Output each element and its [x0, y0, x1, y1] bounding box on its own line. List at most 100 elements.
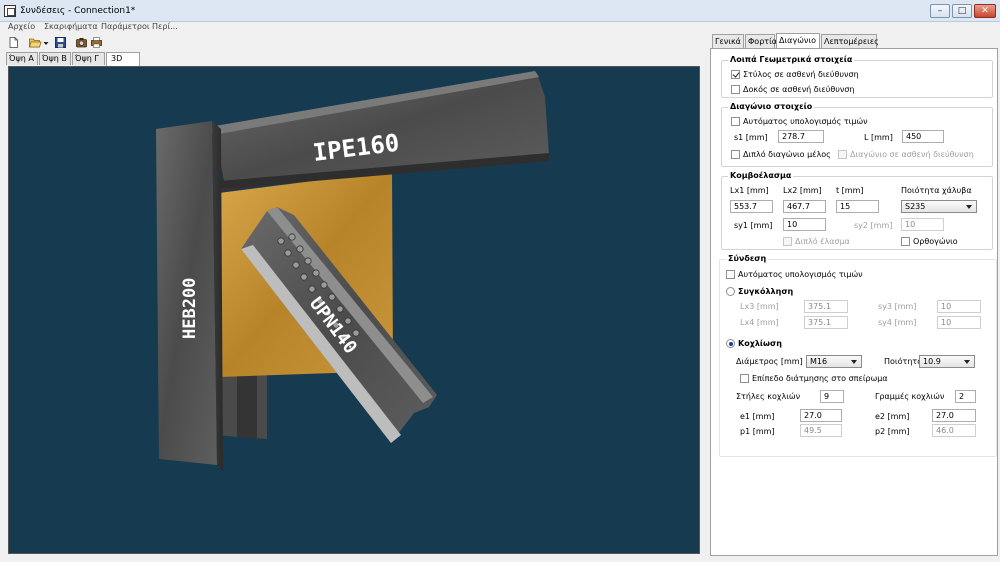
column-label: HEB200 [180, 278, 200, 339]
dropdown-arrow-icon[interactable] [43, 37, 49, 48]
new-file-icon[interactable] [8, 37, 19, 48]
toolbar [0, 34, 700, 52]
minimize-button[interactable]: – [930, 4, 950, 18]
L-label: L [mm] [864, 133, 893, 142]
column-weak-axis-label: Στύλος σε ασθενή διεύθυνση [743, 70, 859, 79]
connection-auto-calc-checkbox[interactable] [726, 270, 735, 279]
menu-sketches[interactable]: Σκαριφήματα [44, 22, 98, 31]
shear-plane-checkbox[interactable] [740, 374, 749, 383]
connection-group-title: Σύνδεση [726, 254, 769, 263]
p1-input[interactable]: 49.5 [800, 424, 842, 437]
double-plate-label: Διπλό έλασμα [795, 237, 850, 246]
double-plate-checkbox[interactable] [783, 237, 792, 246]
bolt-grade-label: Ποιότητα [884, 357, 923, 366]
orthogonal-checkbox[interactable] [901, 237, 910, 246]
double-member-checkbox[interactable] [731, 150, 740, 159]
lx2-label: Lx2 [mm] [783, 186, 822, 195]
bolt-diameter-label: Διάμετρος [mm] [736, 357, 803, 366]
connection-3d-model: IPE160 HEB200 UPN140 [156, 71, 549, 471]
e2-input[interactable]: 27.0 [932, 409, 976, 422]
connection-group: Σύνδεση Αυτόματος υπολογισμός τιμών Συγκ… [719, 254, 997, 457]
p2-input[interactable]: 46.0 [932, 424, 976, 437]
tab-view-b[interactable]: Όψη Β [39, 52, 71, 65]
3d-viewport[interactable]: IPE160 HEB200 UPN140 [8, 66, 700, 554]
diagonal-group: Διαγώνιο στοιχείο Αυτόματος υπολογισμός … [721, 102, 993, 167]
lx4-input[interactable]: 375.1 [804, 316, 848, 329]
bolt-columns-label: Στήλες κοχλιών [736, 392, 801, 401]
bolt-grade-select[interactable]: 10.9 [919, 355, 975, 368]
app-icon [4, 5, 16, 17]
sy2-label: sy2 [mm] [854, 221, 893, 230]
bolting-label: Κοχλίωση [738, 339, 782, 348]
s1-label: s1 [mm] [734, 133, 768, 142]
camera-icon[interactable] [76, 37, 87, 48]
maximize-button[interactable]: □ [952, 4, 972, 18]
save-icon[interactable] [55, 37, 66, 48]
L-input[interactable]: 450 [902, 130, 944, 143]
welding-label: Συγκόλληση [738, 287, 794, 296]
bolt-diameter-select[interactable]: M16 [806, 355, 862, 368]
bolt-rows-input[interactable]: 2 [955, 390, 976, 403]
tab-general[interactable]: Γενικά [712, 34, 744, 48]
geometry-group-title: Λοιπά Γεωμετρικά στοιχεία [728, 55, 855, 64]
geometry-group: Λοιπά Γεωμετρικά στοιχεία Στύλος σε ασθε… [721, 55, 993, 98]
bolt-rows-label: Γραμμές κοχλιών [875, 392, 945, 401]
welding-radio[interactable] [726, 287, 735, 296]
gusset-group-title: Κομβοέλασμα [728, 171, 794, 180]
gusset-group: Κομβοέλασμα Lx1 [mm] Lx2 [mm] t [mm] Ποι… [721, 171, 993, 250]
diagonal-group-title: Διαγώνιο στοιχείο [728, 102, 815, 111]
menu-bar: Αρχείο Σκαριφήματα Παράμετροι Περί... [0, 22, 1000, 33]
orthogonal-label: Ορθογώνιο [913, 237, 958, 246]
tab-diagonal[interactable]: Διαγώνιο [776, 33, 820, 49]
column-weak-axis-checkbox[interactable] [731, 70, 740, 79]
lx1-input[interactable]: 553.7 [730, 200, 773, 213]
lx1-label: Lx1 [mm] [730, 186, 769, 195]
p2-label: p2 [mm] [875, 427, 910, 436]
lx2-input[interactable]: 467.7 [783, 200, 826, 213]
tab-view-a[interactable]: Όψη Α [6, 52, 38, 65]
sy4-input[interactable]: 10 [937, 316, 981, 329]
menu-file[interactable]: Αρχείο [8, 22, 35, 31]
connection-auto-calc-label: Αυτόματος υπολογισμός τιμών [738, 270, 863, 279]
diagonal-auto-calc-label: Αυτόματος υπολογισμός τιμών [743, 117, 868, 126]
lx3-label: Lx3 [mm] [740, 302, 779, 311]
sy4-label: sy4 [mm] [878, 318, 917, 327]
lx4-label: Lx4 [mm] [740, 318, 779, 327]
t-label: t [mm] [836, 186, 864, 195]
print-icon[interactable] [91, 37, 102, 48]
close-button[interactable]: ✕ [974, 4, 996, 18]
tab-loads[interactable]: Φορτία [745, 34, 777, 48]
menu-parameters[interactable]: Παράμετροι [101, 22, 150, 31]
steel-grade-select[interactable]: S235 [901, 200, 977, 213]
beam-weak-axis-checkbox[interactable] [731, 85, 740, 94]
p1-label: p1 [mm] [740, 427, 775, 436]
tab-3d[interactable]: 3D [106, 52, 140, 66]
shear-plane-label: Επίπεδο διάτμησης στο σπείρωμα [752, 374, 888, 383]
double-member-label: Διπλό διαγώνιο μέλος [743, 150, 831, 159]
diagonal-weak-axis-label: Διαγώνιο σε ασθενή διεύθυνση [850, 150, 974, 159]
bolting-radio[interactable] [726, 339, 735, 348]
e1-label: e1 [mm] [740, 412, 775, 421]
steel-grade-label: Ποιότητα χάλυβα [901, 186, 972, 195]
sy2-input[interactable]: 10 [901, 218, 944, 231]
menu-about[interactable]: Περί... [152, 22, 178, 31]
sy3-input[interactable]: 10 [937, 300, 981, 313]
open-folder-icon[interactable] [29, 37, 42, 48]
diagonal-weak-axis-checkbox[interactable] [838, 150, 847, 159]
properties-panel: Γενικά Φορτία Διαγώνιο Λεπτομέρειες Λοιπ… [710, 33, 998, 556]
sy1-input[interactable]: 10 [783, 218, 826, 231]
tab-view-c[interactable]: Όψη Γ [72, 52, 105, 65]
tab-diagonal-body: Λοιπά Γεωμετρικά στοιχεία Στύλος σε ασθε… [710, 48, 998, 556]
sy1-label: sy1 [mm] [734, 221, 773, 230]
bolt-columns-input[interactable]: 9 [820, 390, 844, 403]
e1-input[interactable]: 27.0 [800, 409, 842, 422]
window-title: Συνδέσεις - Connection1* [20, 6, 136, 16]
tab-details[interactable]: Λεπτομέρειες [821, 34, 879, 48]
beam-weak-axis-label: Δοκός σε ασθενή διεύθυνση [743, 85, 855, 94]
s1-input[interactable]: 278.7 [778, 130, 824, 143]
lx3-input[interactable]: 375.1 [804, 300, 848, 313]
t-input[interactable]: 15 [836, 200, 879, 213]
diagonal-auto-calc-checkbox[interactable] [731, 117, 740, 126]
e2-label: e2 [mm] [875, 412, 910, 421]
title-bar: Συνδέσεις - Connection1* – □ ✕ [0, 0, 1000, 22]
